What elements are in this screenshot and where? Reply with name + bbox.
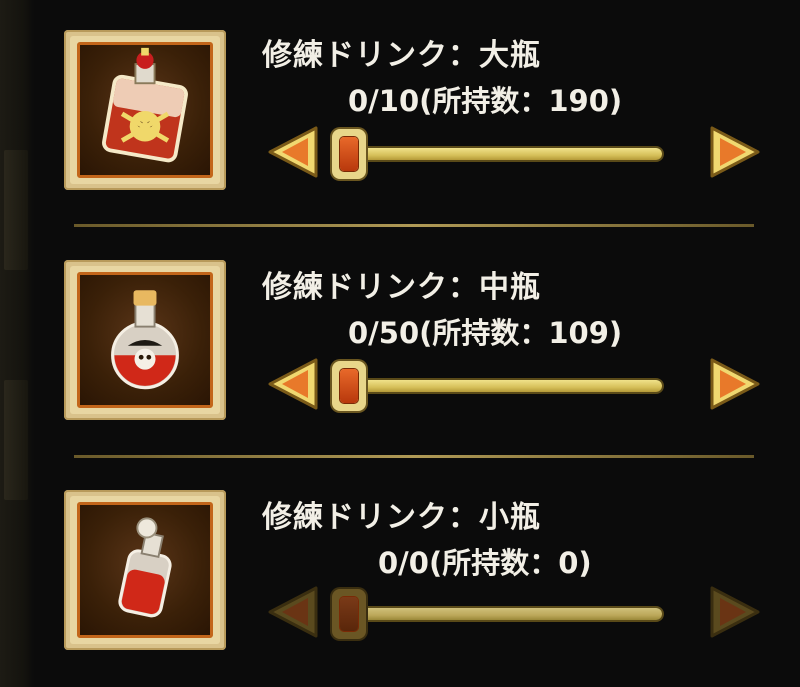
item-frame — [64, 260, 226, 420]
item-row-small: 修練ドリンク：小瓶 0/0(所持数：0) — [0, 462, 800, 672]
quantity-slider-thumb[interactable] — [332, 589, 366, 639]
item-title: 修練ドリンク：大瓶 — [262, 38, 541, 73]
arrow-left-icon — [268, 358, 318, 410]
item-row-medium: 修練ドリンク：中瓶 0/50(所持数：109) — [0, 232, 800, 442]
item-title: 修練ドリンク：中瓶 — [262, 270, 541, 305]
quantity-slider-thumb[interactable] — [332, 361, 366, 411]
arrow-right-icon — [710, 358, 760, 410]
decrease-button[interactable] — [266, 356, 322, 412]
arrow-left-icon — [268, 126, 318, 178]
medium-flask-icon — [77, 272, 213, 408]
arrow-right-icon — [710, 586, 760, 638]
quantity-slider-track[interactable] — [340, 608, 662, 620]
increase-button[interactable] — [706, 356, 762, 412]
arrow-left-icon — [268, 586, 318, 638]
item-frame — [64, 30, 226, 190]
decrease-button[interactable] — [266, 124, 322, 180]
item-row-large: 修練ドリンク：大瓶 0/10(所持数：190) — [0, 0, 800, 210]
arrow-right-icon — [710, 126, 760, 178]
item-count: 0/50(所持数：109) — [348, 316, 623, 350]
large-bottle-icon — [77, 42, 213, 178]
item-count: 0/0(所持数：0) — [378, 546, 592, 580]
increase-button[interactable] — [706, 124, 762, 180]
divider — [74, 455, 754, 458]
item-frame — [64, 490, 226, 650]
item-count: 0/10(所持数：190) — [348, 84, 623, 118]
quantity-slider-thumb[interactable] — [332, 129, 366, 179]
item-title: 修練ドリンク：小瓶 — [262, 500, 541, 535]
increase-button[interactable] — [706, 584, 762, 640]
quantity-slider-track[interactable] — [340, 148, 662, 160]
decrease-button[interactable] — [266, 584, 322, 640]
divider — [74, 224, 754, 227]
small-vial-icon — [77, 502, 213, 638]
quantity-slider-track[interactable] — [340, 380, 662, 392]
